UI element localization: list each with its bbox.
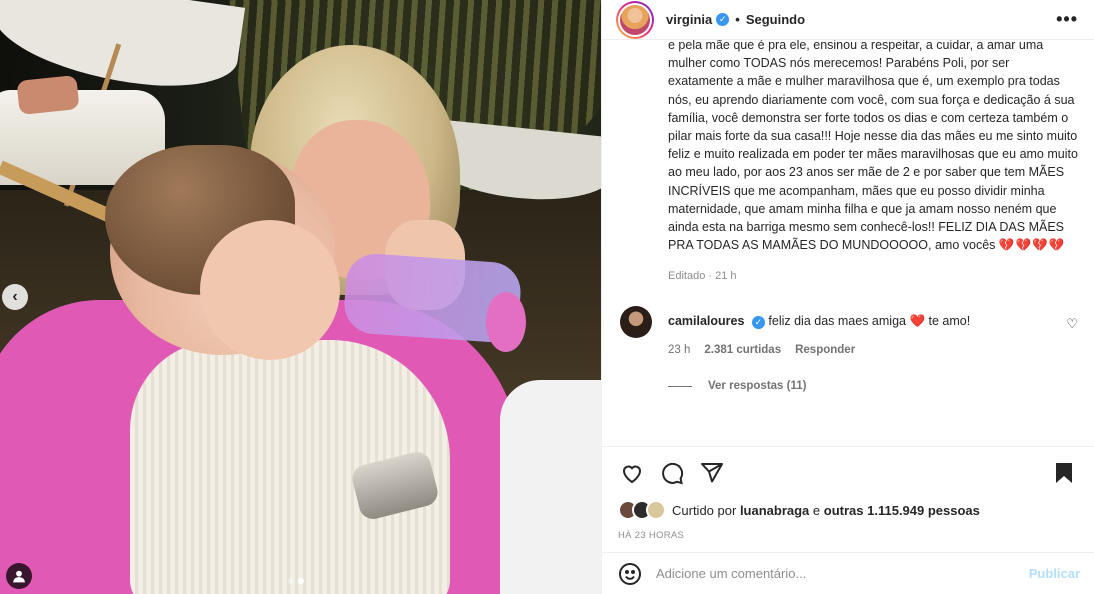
post-caption: e pela mãe que é pra ele, ensinou a resp… bbox=[668, 40, 1078, 254]
white-shirt-person bbox=[500, 380, 601, 594]
comment-like-heart-icon[interactable]: ♡ bbox=[1066, 316, 1078, 332]
commenter-username[interactable]: camilaloures bbox=[668, 314, 744, 328]
user-tag-icon bbox=[13, 570, 25, 583]
save-button[interactable] bbox=[1050, 459, 1078, 487]
commenter-avatar[interactable] bbox=[620, 306, 652, 339]
baby-cheek bbox=[200, 220, 340, 360]
comment-time: 23 h bbox=[668, 344, 691, 357]
reply-button[interactable]: Responder bbox=[795, 344, 855, 356]
liker-avatars bbox=[618, 500, 666, 520]
likes-prefix: Curtido por bbox=[672, 502, 737, 518]
post-actions-bar bbox=[602, 446, 1094, 498]
likes-others-count[interactable]: outras 1.115.949 pessoas bbox=[824, 503, 980, 518]
publish-button[interactable]: Publicar bbox=[1029, 566, 1080, 581]
bookmark-icon bbox=[1056, 462, 1072, 483]
caption-text: e pela mãe que é pra ele, ensinou a resp… bbox=[668, 40, 1078, 253]
share-icon bbox=[701, 462, 723, 482]
comment-input[interactable] bbox=[656, 566, 1029, 581]
instagram-post-dialog: ‹ virginia ✓ • Seguindo ••• e pela mãe q… bbox=[0, 0, 1094, 594]
red-heart-emoji: ❤️ bbox=[909, 314, 926, 329]
comment-icon bbox=[662, 462, 684, 484]
separator-dot: • bbox=[735, 12, 740, 27]
beach-pillow bbox=[16, 74, 80, 116]
comments-area[interactable]: e pela mãe que é pra ele, ensinou a resp… bbox=[602, 40, 1094, 446]
verified-badge-icon: ✓ bbox=[751, 315, 765, 329]
comment-likes-count[interactable]: 2.381 curtidas bbox=[704, 344, 781, 356]
post-header: virginia ✓ • Seguindo ••• bbox=[602, 0, 1094, 40]
view-replies-label: Ver respostas (11) bbox=[708, 380, 807, 393]
add-comment-bar: Publicar bbox=[602, 552, 1094, 594]
author-avatar[interactable] bbox=[616, 0, 654, 39]
caption-edited-time: Editado · 21 h bbox=[668, 270, 737, 283]
author-username[interactable]: virginia bbox=[666, 12, 712, 27]
likes-connector: e bbox=[812, 502, 821, 518]
user-tag-button[interactable] bbox=[6, 563, 32, 589]
verified-badge-icon: ✓ bbox=[716, 13, 730, 26]
comment-text: camilaloures ✓ feliz dia das maes amiga … bbox=[668, 312, 1078, 330]
post-timestamp[interactable]: HÁ 23 HORAS bbox=[602, 522, 1094, 552]
heart-icon bbox=[622, 465, 642, 483]
liker-avatar bbox=[646, 500, 666, 520]
view-replies-button[interactable]: Ver respostas (11) bbox=[668, 380, 1078, 392]
comment-button[interactable] bbox=[658, 459, 686, 487]
comment-meta: 23 h 2.381 curtidas Responder bbox=[668, 344, 1078, 356]
carousel-prev-button[interactable]: ‹ bbox=[2, 284, 28, 310]
comment-body-end: te amo! bbox=[928, 314, 971, 329]
post-photo[interactable]: ‹ bbox=[0, 0, 601, 594]
comment-item: camilaloures ✓ feliz dia das maes amiga … bbox=[620, 306, 1078, 392]
carousel-indicator bbox=[288, 578, 304, 584]
carousel-dot bbox=[288, 578, 294, 584]
more-options-icon[interactable]: ••• bbox=[1056, 9, 1078, 30]
post-side-panel: virginia ✓ • Seguindo ••• e pela mãe que… bbox=[601, 0, 1094, 594]
mother-hand bbox=[486, 292, 526, 352]
broken-heart-emojis: 💔💔💔💔 bbox=[998, 238, 1066, 253]
comment-body-start: feliz dia das maes amiga bbox=[768, 314, 906, 329]
likes-summary: Curtido por luanabraga e outras 1.115.94… bbox=[602, 498, 1094, 522]
carousel-dot-active bbox=[298, 578, 304, 584]
emoji-icon[interactable] bbox=[618, 562, 642, 586]
liker-username[interactable]: luanabraga bbox=[740, 503, 809, 518]
following-button[interactable]: Seguindo bbox=[746, 12, 805, 27]
share-button[interactable] bbox=[698, 459, 726, 487]
replies-divider bbox=[668, 385, 692, 387]
like-button[interactable] bbox=[618, 459, 646, 487]
chevron-left-icon: ‹ bbox=[12, 288, 18, 305]
